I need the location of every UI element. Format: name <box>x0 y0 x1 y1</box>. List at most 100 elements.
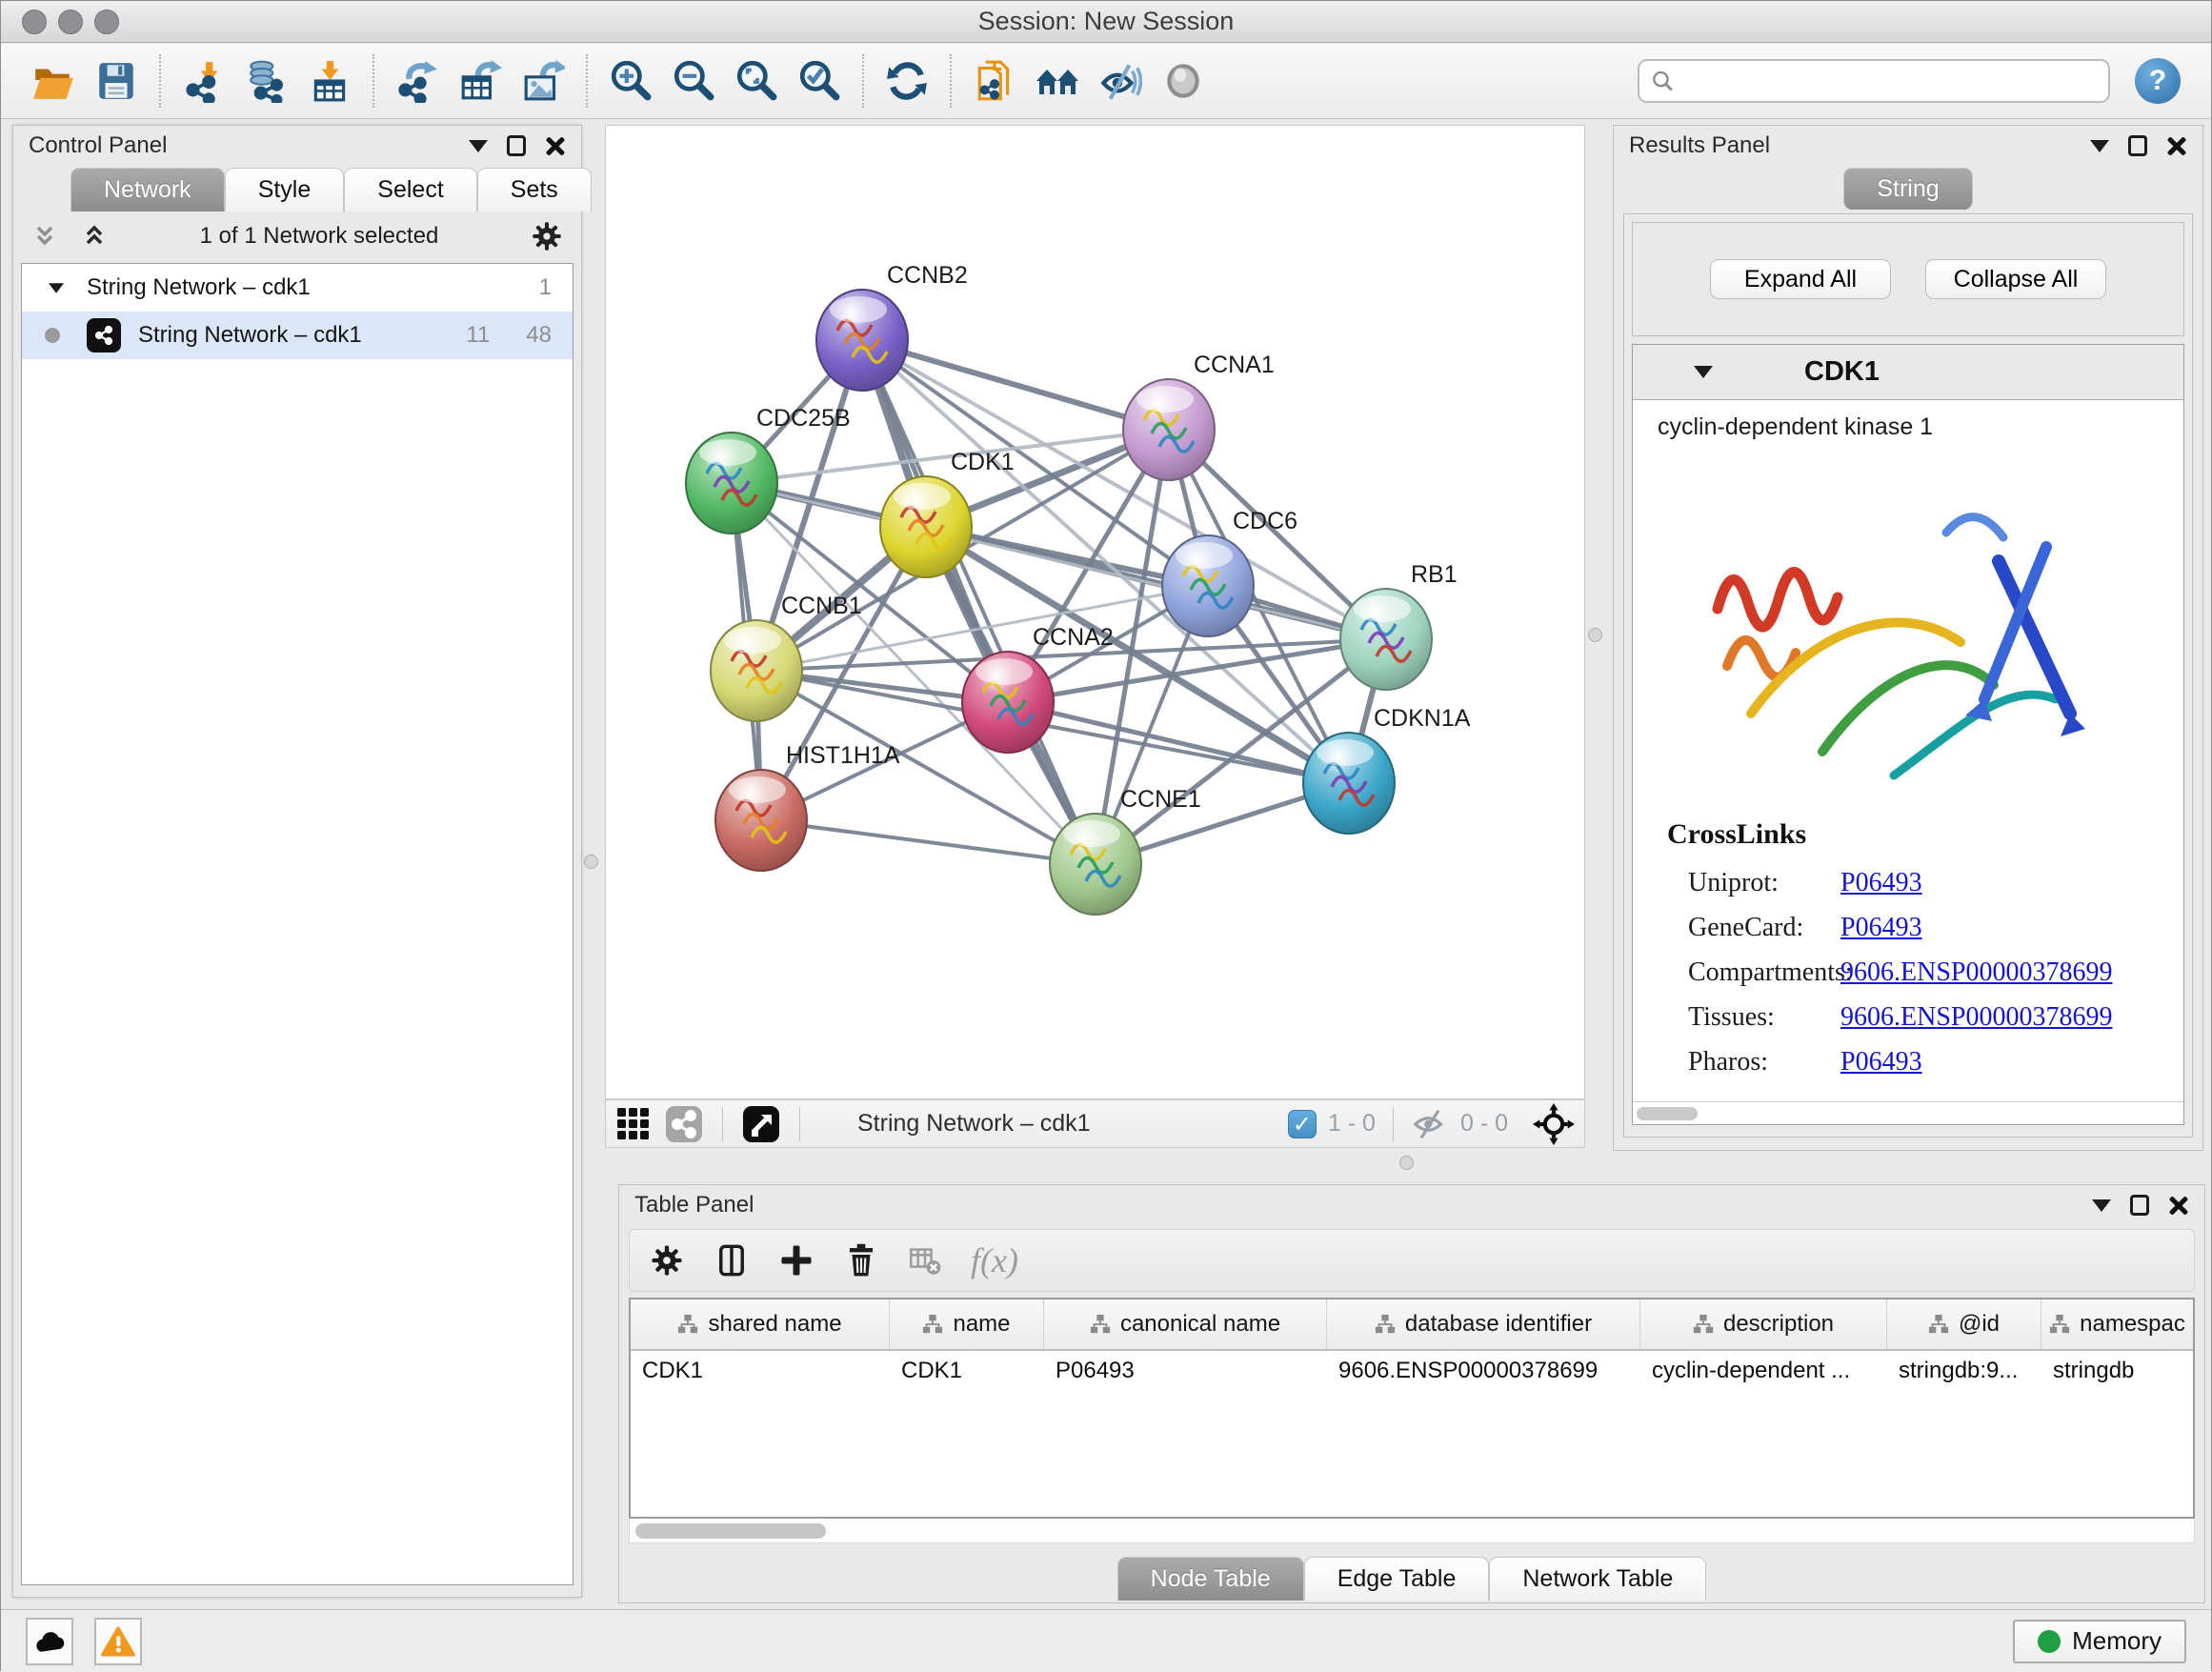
export-image-button[interactable] <box>512 50 574 112</box>
tab-style[interactable]: Style <box>225 168 345 212</box>
tab-string[interactable]: String <box>1843 168 1972 210</box>
zoom-fit-button[interactable] <box>725 50 788 112</box>
close-window-button[interactable] <box>22 10 47 34</box>
zoom-in-button[interactable] <box>599 50 662 112</box>
cell-description[interactable]: cyclin-dependent ... <box>1640 1351 1887 1393</box>
import-network-database-button[interactable] <box>235 50 298 112</box>
save-session-button[interactable] <box>85 50 148 112</box>
float-panel-icon[interactable] <box>2092 1199 2111 1212</box>
zoom-selected-button[interactable] <box>788 50 851 112</box>
cloud-button[interactable] <box>26 1618 73 1665</box>
entry-header[interactable]: CDK1 <box>1633 345 2183 400</box>
float-panel-icon[interactable] <box>469 140 488 152</box>
crosslink-value-link[interactable]: 9606.ENSP00000378699 <box>1840 995 2112 1039</box>
table-options-gear-icon[interactable] <box>649 1242 685 1279</box>
float-panel-icon[interactable] <box>2090 140 2109 152</box>
export-network-button[interactable] <box>386 50 449 112</box>
maximize-panel-icon[interactable] <box>2128 135 2147 156</box>
table-horizontal-scrollbar[interactable] <box>629 1519 2195 1543</box>
fit-content-crosshair-icon[interactable] <box>1533 1103 1575 1145</box>
network-edge[interactable] <box>862 340 1169 430</box>
show-columns-icon[interactable] <box>714 1242 750 1279</box>
crosslink-value-link[interactable]: 9606.ENSP00000378699 <box>1840 950 2112 995</box>
show-graphics-details-button[interactable] <box>1089 50 1152 112</box>
cell-namespace[interactable]: stringdb <box>2041 1351 2193 1393</box>
scrollbar-thumb[interactable] <box>1637 1107 1698 1120</box>
column-header[interactable]: namespac <box>2041 1299 2193 1349</box>
maximize-panel-icon[interactable] <box>507 135 526 156</box>
column-header[interactable]: @id <box>1887 1299 2041 1349</box>
column-header[interactable]: canonical name <box>1044 1299 1327 1349</box>
collapse-all-icon[interactable] <box>30 222 59 251</box>
bar-separator <box>799 1107 800 1141</box>
crosslink-value-link[interactable]: P06493 <box>1840 905 1922 950</box>
import-network-file-button[interactable] <box>172 50 235 112</box>
tab-network-table[interactable]: Network Table <box>1489 1557 1706 1601</box>
search-box[interactable] <box>1638 59 2110 103</box>
tab-select[interactable]: Select <box>344 168 476 212</box>
cell-database-identifier[interactable]: 9606.ENSP00000378699 <box>1327 1351 1640 1393</box>
import-table-file-button[interactable] <box>298 50 361 112</box>
cell-shared-name[interactable]: CDK1 <box>631 1351 890 1393</box>
node-highlight <box>1317 739 1374 766</box>
close-panel-icon[interactable] <box>2166 135 2187 156</box>
network-canvas[interactable]: CCNB2CCNA1CDC25BCDK1CDC6RB1CCNB1CCNA2CDK… <box>605 125 1585 1099</box>
add-column-icon[interactable] <box>778 1242 814 1279</box>
search-input[interactable] <box>1675 68 2097 94</box>
warnings-button[interactable] <box>94 1618 142 1665</box>
minimize-window-button[interactable] <box>58 10 83 34</box>
network-options-gear-icon[interactable] <box>530 219 564 253</box>
selected-checkbox[interactable]: ✓ <box>1288 1110 1317 1138</box>
cell-canonical-name[interactable]: P06493 <box>1044 1351 1327 1393</box>
scrollbar-thumb[interactable] <box>635 1523 826 1539</box>
entry-expander-icon[interactable] <box>1694 366 1713 378</box>
network-edge[interactable] <box>862 340 1096 864</box>
left-splitter-handle[interactable] <box>584 855 598 869</box>
open-external-icon[interactable] <box>742 1105 780 1143</box>
zoom-out-button[interactable] <box>662 50 725 112</box>
close-panel-icon[interactable] <box>545 135 566 156</box>
export-table-button[interactable] <box>449 50 512 112</box>
close-panel-icon[interactable] <box>2168 1195 2189 1216</box>
status-bar: Memory <box>1 1609 2211 1672</box>
tab-network[interactable]: Network <box>70 168 225 212</box>
tab-edge-table[interactable]: Edge Table <box>1304 1557 1490 1601</box>
cell-name[interactable]: CDK1 <box>890 1351 1044 1393</box>
grid-view-icon[interactable] <box>615 1106 652 1142</box>
node-highlight <box>724 627 781 654</box>
birds-eye-button[interactable] <box>1152 50 1215 112</box>
network-row[interactable]: String Network – cdk1 11 48 <box>22 312 573 359</box>
column-header[interactable]: description <box>1640 1299 1887 1349</box>
document-share-button[interactable] <box>963 50 1026 112</box>
crosslink-value-link[interactable]: P06493 <box>1840 1039 1922 1084</box>
column-header[interactable]: shared name <box>631 1299 890 1349</box>
tab-node-table[interactable]: Node Table <box>1117 1557 1304 1601</box>
right-splitter-handle[interactable] <box>1588 628 1602 642</box>
window-title: Session: New Session <box>1 7 2211 36</box>
expand-all-icon[interactable] <box>80 222 109 251</box>
maximize-window-button[interactable] <box>94 10 119 34</box>
memory-button[interactable]: Memory <box>2013 1620 2186 1663</box>
maximize-panel-icon[interactable] <box>2130 1195 2149 1216</box>
string-homes-button[interactable] <box>1026 50 1089 112</box>
column-header[interactable]: database identifier <box>1327 1299 1640 1349</box>
network-collection-row[interactable]: String Network – cdk1 1 <box>22 264 573 312</box>
tab-sets[interactable]: Sets <box>477 168 592 212</box>
crosslink-value-link[interactable]: P06493 <box>1840 860 1922 905</box>
column-label: description <box>1723 1311 1834 1338</box>
results-horizontal-scrollbar[interactable] <box>1633 1101 2183 1124</box>
tree-expander-icon[interactable] <box>49 283 64 292</box>
delete-column-trash-icon[interactable] <box>843 1242 879 1279</box>
column-header[interactable]: name <box>890 1299 1044 1349</box>
collapse-all-button[interactable]: Collapse All <box>1925 259 2106 299</box>
cell-id[interactable]: stringdb:9... <box>1887 1351 2041 1393</box>
expand-all-button[interactable]: Expand All <box>1710 259 1891 299</box>
table-row[interactable]: CDK1 CDK1 P06493 9606.ENSP00000378699 cy… <box>631 1351 2193 1393</box>
node-label-CCNB2: CCNB2 <box>887 262 968 289</box>
network-edge[interactable] <box>761 820 1096 864</box>
share-view-icon[interactable] <box>665 1105 703 1143</box>
refresh-layout-button[interactable] <box>875 50 938 112</box>
help-button[interactable]: ? <box>2135 58 2181 104</box>
horizontal-splitter-handle[interactable] <box>1399 1156 1414 1170</box>
open-session-button[interactable] <box>22 50 85 112</box>
